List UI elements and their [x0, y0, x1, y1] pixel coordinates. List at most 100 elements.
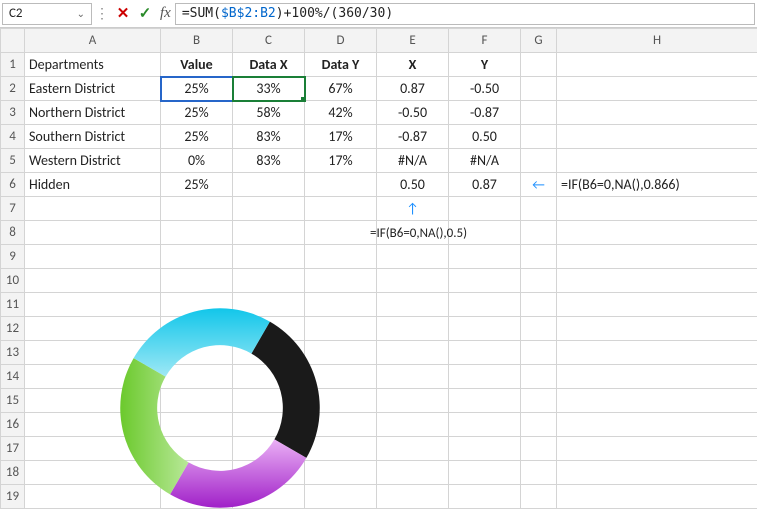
cell[interactable]: [521, 317, 557, 341]
cell[interactable]: 0.87: [449, 173, 521, 197]
cell[interactable]: Departments: [25, 53, 161, 77]
cell[interactable]: Y: [449, 53, 521, 77]
row-header[interactable]: 8: [1, 221, 25, 245]
cell[interactable]: [449, 197, 521, 221]
cell[interactable]: 42%: [305, 101, 377, 125]
formula-input[interactable]: =SUM($B$2:B2)+100%/(360/30): [175, 3, 755, 25]
col-header-A[interactable]: A: [25, 29, 161, 53]
row-header[interactable]: 6: [1, 173, 25, 197]
cell[interactable]: [377, 461, 449, 485]
cell[interactable]: [521, 365, 557, 389]
col-header-F[interactable]: F: [449, 29, 521, 53]
cell[interactable]: Hidden: [25, 173, 161, 197]
fill-handle[interactable]: [301, 97, 305, 101]
cell[interactable]: [521, 221, 557, 245]
cell[interactable]: [377, 245, 449, 269]
cell[interactable]: #N/A: [449, 149, 521, 173]
cell[interactable]: [557, 293, 757, 317]
cell[interactable]: [557, 437, 757, 461]
cell[interactable]: [521, 485, 557, 509]
cell[interactable]: [521, 269, 557, 293]
cell[interactable]: [449, 437, 521, 461]
cell[interactable]: [557, 77, 757, 101]
cell[interactable]: 58%: [233, 101, 305, 125]
cell[interactable]: 25%: [161, 125, 233, 149]
col-header-G[interactable]: G: [521, 29, 557, 53]
row-header[interactable]: 12: [1, 317, 25, 341]
cell[interactable]: [521, 125, 557, 149]
cell[interactable]: [449, 317, 521, 341]
cell[interactable]: [377, 341, 449, 365]
cell[interactable]: 83%: [233, 149, 305, 173]
row-header[interactable]: 5: [1, 149, 25, 173]
cell[interactable]: Data Y: [305, 53, 377, 77]
cell[interactable]: X: [377, 53, 449, 77]
row-header[interactable]: 7: [1, 197, 25, 221]
cell[interactable]: [557, 413, 757, 437]
cell[interactable]: [521, 53, 557, 77]
cell[interactable]: [557, 125, 757, 149]
cell[interactable]: [557, 245, 757, 269]
cell[interactable]: [521, 101, 557, 125]
cell[interactable]: [25, 245, 161, 269]
cell[interactable]: [557, 365, 757, 389]
cell[interactable]: [161, 197, 233, 221]
cell[interactable]: [161, 221, 233, 245]
cancel-formula-button[interactable]: ✕: [112, 4, 134, 23]
confirm-formula-button[interactable]: ✓: [134, 4, 156, 23]
cell[interactable]: Value: [161, 53, 233, 77]
row-header[interactable]: 13: [1, 341, 25, 365]
cell[interactable]: Northern District: [25, 101, 161, 125]
cell[interactable]: [25, 269, 161, 293]
cell[interactable]: -0.50: [449, 77, 521, 101]
cell-referenced[interactable]: 25%: [161, 77, 233, 101]
cell[interactable]: [233, 245, 305, 269]
chevron-down-icon[interactable]: ⌄: [77, 7, 85, 20]
cell[interactable]: [449, 365, 521, 389]
spreadsheet-grid[interactable]: A B C D E F G H 1 Departments Value Data…: [0, 28, 757, 509]
cell[interactable]: [305, 197, 377, 221]
row-header[interactable]: 1: [1, 53, 25, 77]
cell[interactable]: [557, 101, 757, 125]
cell-selected[interactable]: 33%: [233, 77, 305, 101]
cell[interactable]: Western District: [25, 149, 161, 173]
cell[interactable]: [161, 245, 233, 269]
donut-segment[interactable]: [134, 308, 270, 376]
row-header[interactable]: 19: [1, 485, 25, 509]
cell[interactable]: [557, 149, 757, 173]
cell[interactable]: [377, 221, 449, 245]
cell[interactable]: [521, 149, 557, 173]
cell[interactable]: [557, 485, 757, 509]
cell[interactable]: [305, 173, 377, 197]
cell[interactable]: [449, 293, 521, 317]
cell[interactable]: [521, 341, 557, 365]
cell[interactable]: [521, 461, 557, 485]
cell[interactable]: [521, 245, 557, 269]
cell[interactable]: [449, 245, 521, 269]
col-header-H[interactable]: H: [557, 29, 757, 53]
col-header-B[interactable]: B: [161, 29, 233, 53]
cell[interactable]: Data X: [233, 53, 305, 77]
cell[interactable]: [557, 269, 757, 293]
row-header[interactable]: 16: [1, 413, 25, 437]
cell[interactable]: [377, 413, 449, 437]
cell[interactable]: [449, 461, 521, 485]
row-header[interactable]: 3: [1, 101, 25, 125]
row-header[interactable]: 2: [1, 77, 25, 101]
cell[interactable]: [521, 197, 557, 221]
cell[interactable]: [449, 341, 521, 365]
cell[interactable]: 17%: [305, 149, 377, 173]
cell[interactable]: [557, 461, 757, 485]
cell[interactable]: Southern District: [25, 125, 161, 149]
cell[interactable]: [449, 485, 521, 509]
cell[interactable]: [377, 293, 449, 317]
row-header[interactable]: 4: [1, 125, 25, 149]
cell[interactable]: [521, 293, 557, 317]
row-header[interactable]: 17: [1, 437, 25, 461]
cell[interactable]: [449, 221, 521, 245]
cell[interactable]: 83%: [233, 125, 305, 149]
cell[interactable]: [377, 437, 449, 461]
cell[interactable]: 0.50: [377, 173, 449, 197]
cell[interactable]: [25, 197, 161, 221]
fx-icon[interactable]: fx: [156, 5, 175, 22]
